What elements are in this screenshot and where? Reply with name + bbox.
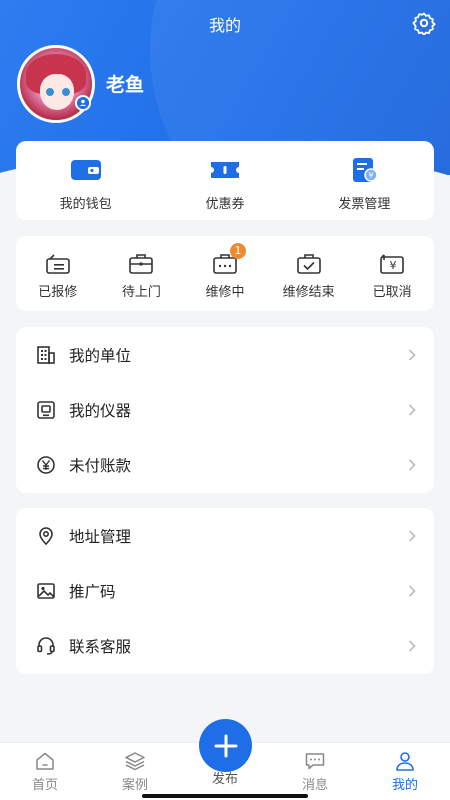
wallet-item-invoice[interactable]: ¥ 发票管理 — [295, 141, 434, 220]
user-badge-icon — [75, 95, 91, 111]
order-item-label: 已报修 — [38, 285, 78, 300]
chevron-right-icon — [408, 585, 416, 597]
settings-gear-icon[interactable] — [412, 11, 436, 35]
order-item-repair-done[interactable]: 维修结束 — [267, 236, 351, 311]
page-title: 我的 — [208, 16, 241, 35]
wallet-item-label: 发票管理 — [338, 197, 391, 212]
location-icon — [39, 526, 53, 545]
yen-icon — [37, 456, 55, 475]
coupon-icon — [210, 162, 239, 178]
instrument-icon — [37, 401, 55, 419]
menu-row-my-unit[interactable]: 我的单位 — [16, 327, 434, 382]
order-item-cancelled[interactable]: ¥ 已取消 — [350, 236, 434, 311]
repair-done-icon — [296, 254, 321, 274]
chevron-right-icon — [408, 640, 416, 652]
wallet-card: 我的钱包 优惠券 ¥ 发票管理 — [16, 141, 434, 220]
order-item-repairing[interactable]: 1 维修中 — [183, 236, 267, 311]
chevron-right-icon — [408, 459, 416, 471]
invoice-icon: ¥ — [353, 158, 379, 182]
building-icon — [37, 345, 55, 364]
order-item-label: 维修中 — [205, 285, 245, 300]
cancelled-icon: ¥ — [380, 254, 404, 274]
menu-row-unpaid-bills[interactable]: 未付账款 — [16, 438, 434, 493]
pending-visit-icon — [129, 254, 154, 274]
svg-text:¥: ¥ — [390, 259, 397, 272]
orders-card: 已报修 待上门 1 维修中 维修结束 ¥ 已取消 — [16, 236, 434, 311]
menu-row-address[interactable]: 地址管理 — [16, 508, 434, 563]
publish-fab-button[interactable] — [199, 719, 252, 772]
chevron-right-icon — [408, 530, 416, 542]
menu-row-label: 推广码 — [69, 582, 116, 601]
reported-icon — [45, 254, 70, 274]
wallet-item-coupon[interactable]: 优惠券 — [155, 141, 294, 220]
order-item-label: 维修结束 — [282, 285, 335, 300]
order-item-label: 待上门 — [121, 285, 161, 300]
menu-row-label: 我的单位 — [69, 346, 132, 365]
menu-card-1: 我的单位 我的仪器 未付账款 — [16, 327, 434, 493]
order-item-label: 已取消 — [372, 285, 412, 300]
avatar-eye-left — [46, 88, 54, 96]
menu-row-label: 我的仪器 — [69, 401, 132, 420]
menu-row-my-instrument[interactable]: 我的仪器 — [16, 382, 434, 437]
plus-icon — [214, 734, 237, 757]
publish-tab-label: 发布 — [211, 772, 238, 787]
wallet-item-my-wallet[interactable]: 我的钱包 — [16, 141, 155, 220]
wallet-icon — [70, 160, 101, 180]
chevron-right-icon — [408, 404, 416, 416]
headset-icon — [37, 637, 55, 656]
wallet-item-label: 我的钱包 — [59, 197, 112, 212]
svg-text:¥: ¥ — [369, 171, 374, 180]
avatar-eye-right — [62, 88, 70, 96]
wallet-item-label: 优惠券 — [205, 197, 245, 212]
menu-card-2: 地址管理 推广码 联系客服 — [16, 508, 434, 674]
menu-row-label: 未付账款 — [69, 457, 132, 476]
order-item-reported[interactable]: 已报修 — [16, 236, 100, 311]
menu-row-promo-code[interactable]: 推广码 — [16, 563, 434, 618]
username[interactable]: 老鱼 — [106, 70, 144, 97]
menu-row-label: 地址管理 — [69, 527, 132, 546]
repairing-count-badge: 1 — [229, 243, 246, 259]
avatar[interactable] — [17, 45, 95, 123]
menu-row-customer-service[interactable]: 联系客服 — [16, 619, 434, 674]
order-item-pending-visit[interactable]: 待上门 — [100, 236, 184, 311]
image-icon — [37, 583, 55, 599]
menu-row-label: 联系客服 — [69, 638, 132, 657]
chevron-right-icon — [408, 349, 416, 361]
home-indicator — [142, 794, 308, 798]
